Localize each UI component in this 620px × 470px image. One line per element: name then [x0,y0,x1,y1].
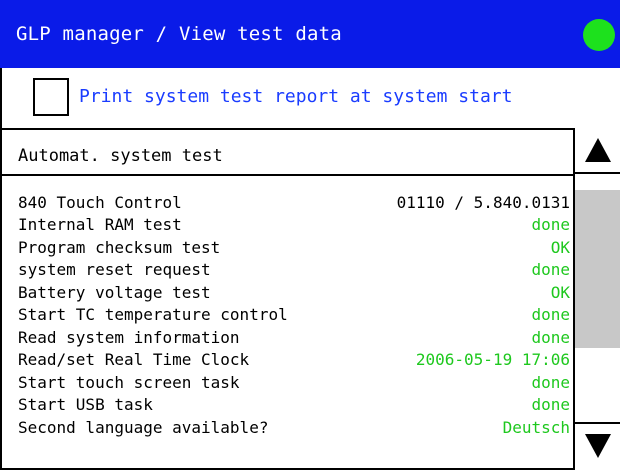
triangle-up-icon [584,138,611,162]
vertical-scrollbar[interactable] [573,128,620,470]
list-item: 840 Touch Control 01110 / 5.840.0131 [18,191,570,214]
test-value: OK [550,282,570,302]
test-name: Start touch screen task [18,372,240,392]
page-title: GLP manager / View test data [16,23,342,45]
test-name: Read/set Real Time Clock [18,350,250,370]
list-item: Second language available? Deutsch [18,416,570,439]
test-name: system reset request [18,260,211,280]
list-item: Internal RAM test done [18,214,570,237]
test-name: Battery voltage test [18,282,211,302]
list-item: Battery voltage test OK [18,281,570,304]
test-name: Start USB task [18,395,153,415]
divider [0,128,620,130]
divider [0,174,573,176]
title-bar: GLP manager / View test data [0,0,620,68]
test-value: done [531,395,570,415]
test-name: Second language available? [18,417,269,437]
test-value: Deutsch [502,417,570,437]
test-value: 01110 / 5.840.0131 [396,192,570,212]
list-item: Start touch screen task done [18,371,570,394]
test-name: Program checksum test [18,237,221,257]
test-value: OK [550,237,570,257]
scroll-up-button[interactable] [575,128,620,174]
print-report-checkbox[interactable] [33,78,69,116]
status-indicator-icon [583,19,615,51]
test-name: 840 Touch Control [18,192,182,212]
test-name: Read system information [18,327,240,347]
triangle-down-icon [584,434,611,458]
test-value: done [531,215,570,235]
test-name: Internal RAM test [18,215,182,235]
list-item: Read/set Real Time Clock 2006-05-19 17:0… [18,349,570,372]
list-item: system reset request done [18,259,570,282]
list-item: Start USB task done [18,394,570,417]
scroll-down-button[interactable] [575,422,620,468]
list-item: Program checksum test OK [18,236,570,259]
test-value: done [531,305,570,325]
print-report-label[interactable]: Print system test report at system start [79,80,512,114]
test-value: done [531,327,570,347]
test-value: done [531,260,570,280]
test-results-list: 840 Touch Control 01110 / 5.840.0131 Int… [18,191,570,439]
test-name: Start TC temperature control [18,305,288,325]
list-item: Read system information done [18,326,570,349]
test-value: 2006-05-19 17:06 [415,350,570,370]
list-item: Start TC temperature control done [18,304,570,327]
scrollbar-thumb[interactable] [575,190,620,348]
test-value: done [531,372,570,392]
section-title: Automat. system test [18,146,223,166]
